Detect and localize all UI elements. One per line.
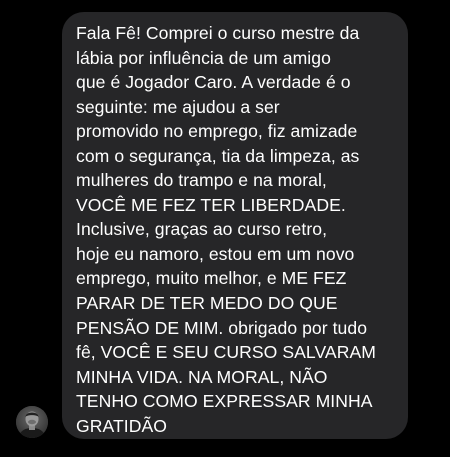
sender-avatar[interactable] <box>16 406 48 438</box>
message-line: hoje eu namoro, estou em um novo <box>76 243 355 264</box>
message-line: com o segurança, tia da limpeza, as <box>76 145 360 166</box>
message-line: promovido no emprego, fiz amizade <box>76 121 358 142</box>
message-line: emprego, muito melhor, e ME FEZ <box>76 268 347 289</box>
message-line: seguinte: me ajudou a ser <box>76 96 280 117</box>
message-line: PENSÃO DE MIM. obrigado por tudo <box>76 317 368 338</box>
message-line: VOCÊ ME FEZ TER LIBERDADE. <box>76 194 346 215</box>
incoming-message-bubble[interactable]: Fala Fê! Comprei o curso mestre da lábia… <box>62 12 408 439</box>
message-line: Fala Fê! Comprei o curso mestre da <box>76 23 360 43</box>
message-line: fê, VOCÊ E SEU CURSO SALVARAM <box>76 342 376 363</box>
message-line: TENHO COMO EXPRESSAR MINHA <box>76 391 373 412</box>
message-line: MINHA VIDA. NA MORAL, NÃO <box>76 366 328 387</box>
message-line: lábia por influência de um amigo <box>76 47 331 68</box>
message-line: que é Jogador Caro. A verdade é o <box>76 72 351 93</box>
message-line: GRATIDÃO <box>76 415 167 436</box>
message-line: mulheres do trampo e na moral, <box>76 170 327 191</box>
message-line: Inclusive, graças ao curso retro, <box>76 219 328 240</box>
chat-thread: Fala Fê! Comprei o curso mestre da lábia… <box>0 0 450 457</box>
avatar-photo-icon <box>16 406 48 438</box>
message-line: PARAR DE TER MEDO DO QUE <box>76 293 338 314</box>
